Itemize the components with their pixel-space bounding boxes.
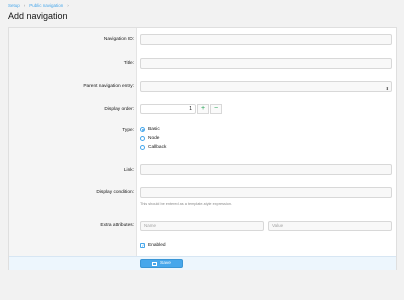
display-order-label: Display order: [104,107,134,112]
attribute-value-input[interactable]: Value [268,221,392,231]
breadcrumb-item-setup[interactable]: Setup [8,3,20,8]
radio-unchecked-icon [140,136,145,141]
page-title: Add navigation [8,11,68,21]
parent-navigation-select[interactable]: ⬍ [140,81,392,92]
enabled-checkbox[interactable]: Enabled [140,243,166,249]
save-label: Save [160,261,171,266]
link-label: Link: [123,168,134,173]
form-panel: Navigation ID: Title: Parent navigation … [8,27,397,270]
form-footer: Save [9,256,396,270]
save-button[interactable]: Save [140,259,183,268]
type-radio-node[interactable]: Node [140,136,159,141]
radio-unchecked-icon [140,145,145,150]
display-condition-field[interactable] [140,187,392,198]
labels-column [9,28,137,256]
type-radio-callback[interactable]: Callback [140,145,166,150]
breadcrumb-item-public-navigation[interactable]: Public navigation [29,3,63,8]
type-option-label: Node [148,136,160,141]
checkbox-checked-icon [140,243,145,249]
breadcrumb-separator: › [23,3,26,8]
type-option-label: Basic [148,127,160,132]
attribute-name-input[interactable]: Name [140,221,264,231]
type-option-label: Callback [148,145,167,150]
parent-navigation-label: Parent navigation entry: [83,84,134,89]
decrement-button[interactable]: − [210,104,222,114]
breadcrumb-separator: › [67,3,69,8]
title-field[interactable] [140,58,392,69]
display-condition-hint: This should be entered as a template-sty… [140,202,233,206]
breadcrumb: Setup › Public navigation › [8,3,69,8]
link-field[interactable] [140,164,392,175]
save-icon [152,261,158,266]
navigation-id-label: Navigation ID: [103,37,134,42]
title-label: Title: [123,61,134,66]
display-order-input[interactable]: 1 [140,104,196,114]
type-label: Type: [122,128,134,133]
navigation-id-field[interactable] [140,34,392,45]
radio-checked-icon [140,127,145,132]
increment-button[interactable]: + [197,104,209,114]
type-radio-basic[interactable]: Basic [140,127,160,132]
enabled-label: Enabled [148,243,166,248]
extra-attributes-label: Extra attributes: [100,223,134,228]
display-condition-label: Display condition: [96,190,134,195]
select-arrows-icon: ⬍ [385,86,389,91]
